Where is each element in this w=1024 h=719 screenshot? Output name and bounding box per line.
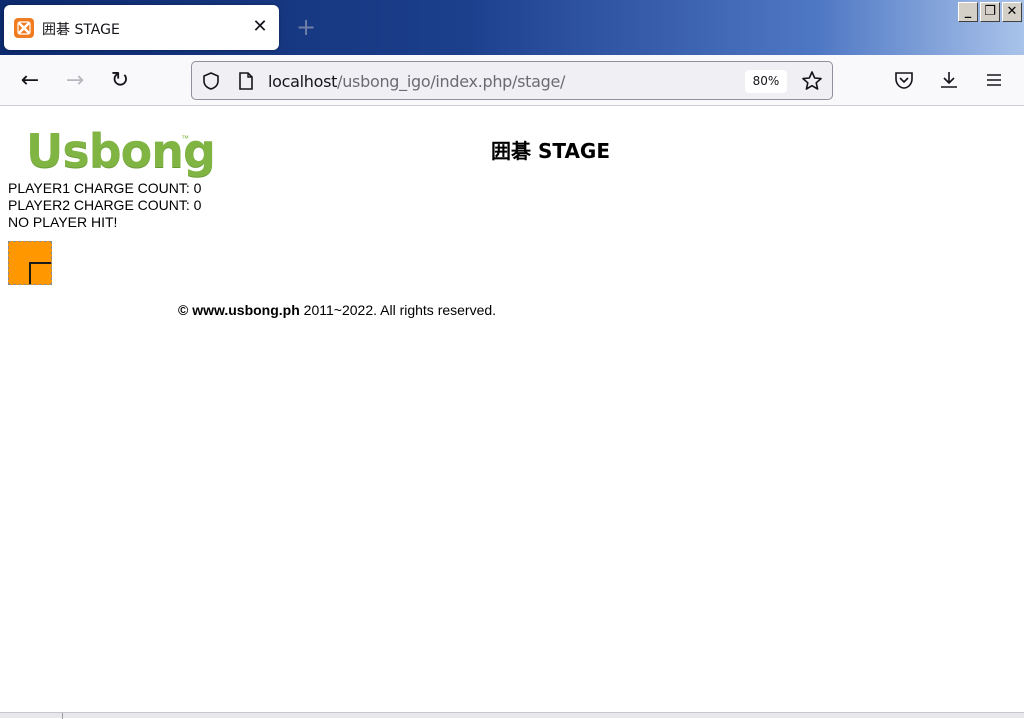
status-bar — [0, 712, 1024, 719]
tab-close-icon[interactable]: ✕ — [250, 17, 270, 37]
logo-trademark: ™ — [181, 134, 189, 143]
player2-charge-count: PLAYER2 CHARGE COUNT: 0 — [8, 197, 202, 213]
usbong-logo: Usbong — [26, 124, 216, 178]
url-path: /usbong_igo/index.php/stage/ — [337, 72, 566, 91]
board-corner-line — [29, 262, 51, 284]
downloads-icon[interactable] — [938, 69, 960, 96]
reload-button[interactable]: ↻ — [105, 66, 135, 96]
minimize-button[interactable]: _ — [958, 2, 978, 22]
forward-button[interactable]: → — [60, 66, 90, 96]
bookmark-star-icon[interactable] — [800, 69, 824, 98]
game-board-tile[interactable] — [8, 241, 52, 285]
url-text[interactable]: localhost/usbong_igo/index.php/stage/ — [268, 72, 565, 91]
shield-icon[interactable] — [201, 71, 221, 96]
restore-button[interactable]: ❐ — [980, 2, 1000, 22]
footer-site-link[interactable]: © www.usbong.ph — [178, 302, 300, 318]
close-window-button[interactable]: ✕ — [1002, 2, 1022, 22]
browser-titlebar: 囲碁 STAGE ✕ + _ ❐ ✕ — [0, 0, 1024, 55]
zoom-level-badge[interactable]: 80% — [745, 70, 787, 93]
hit-status: NO PLAYER HIT! — [8, 214, 118, 230]
page-content: Usbong ™ 囲碁 STAGE PLAYER1 CHARGE COUNT: … — [0, 106, 1024, 712]
navigation-toolbar: ← → ↻ localhost/usbong_igo/index.php/sta… — [0, 55, 1024, 106]
back-button[interactable]: ← — [15, 66, 45, 96]
browser-tab-active[interactable]: 囲碁 STAGE ✕ — [4, 5, 279, 50]
page-info-icon[interactable] — [237, 71, 255, 96]
footer-text: 2011~2022. All rights reserved. — [299, 302, 497, 318]
url-bar[interactable]: localhost/usbong_igo/index.php/stage/ 80… — [191, 61, 833, 100]
player1-charge-count: PLAYER1 CHARGE COUNT: 0 — [8, 180, 202, 196]
new-tab-button[interactable]: + — [293, 14, 319, 40]
tab-title: 囲碁 STAGE — [42, 22, 120, 38]
status-bar-segment — [0, 713, 63, 719]
page-title: 囲碁 STAGE — [491, 139, 611, 163]
menu-hamburger-icon[interactable] — [983, 69, 1005, 96]
xampp-icon — [14, 18, 34, 38]
window-controls: _ ❐ ✕ — [958, 2, 1022, 24]
pocket-icon[interactable] — [893, 69, 915, 96]
footer-copyright: © www.usbong.ph 2011~2022. All rights re… — [178, 302, 496, 318]
url-host: localhost — [268, 72, 338, 91]
